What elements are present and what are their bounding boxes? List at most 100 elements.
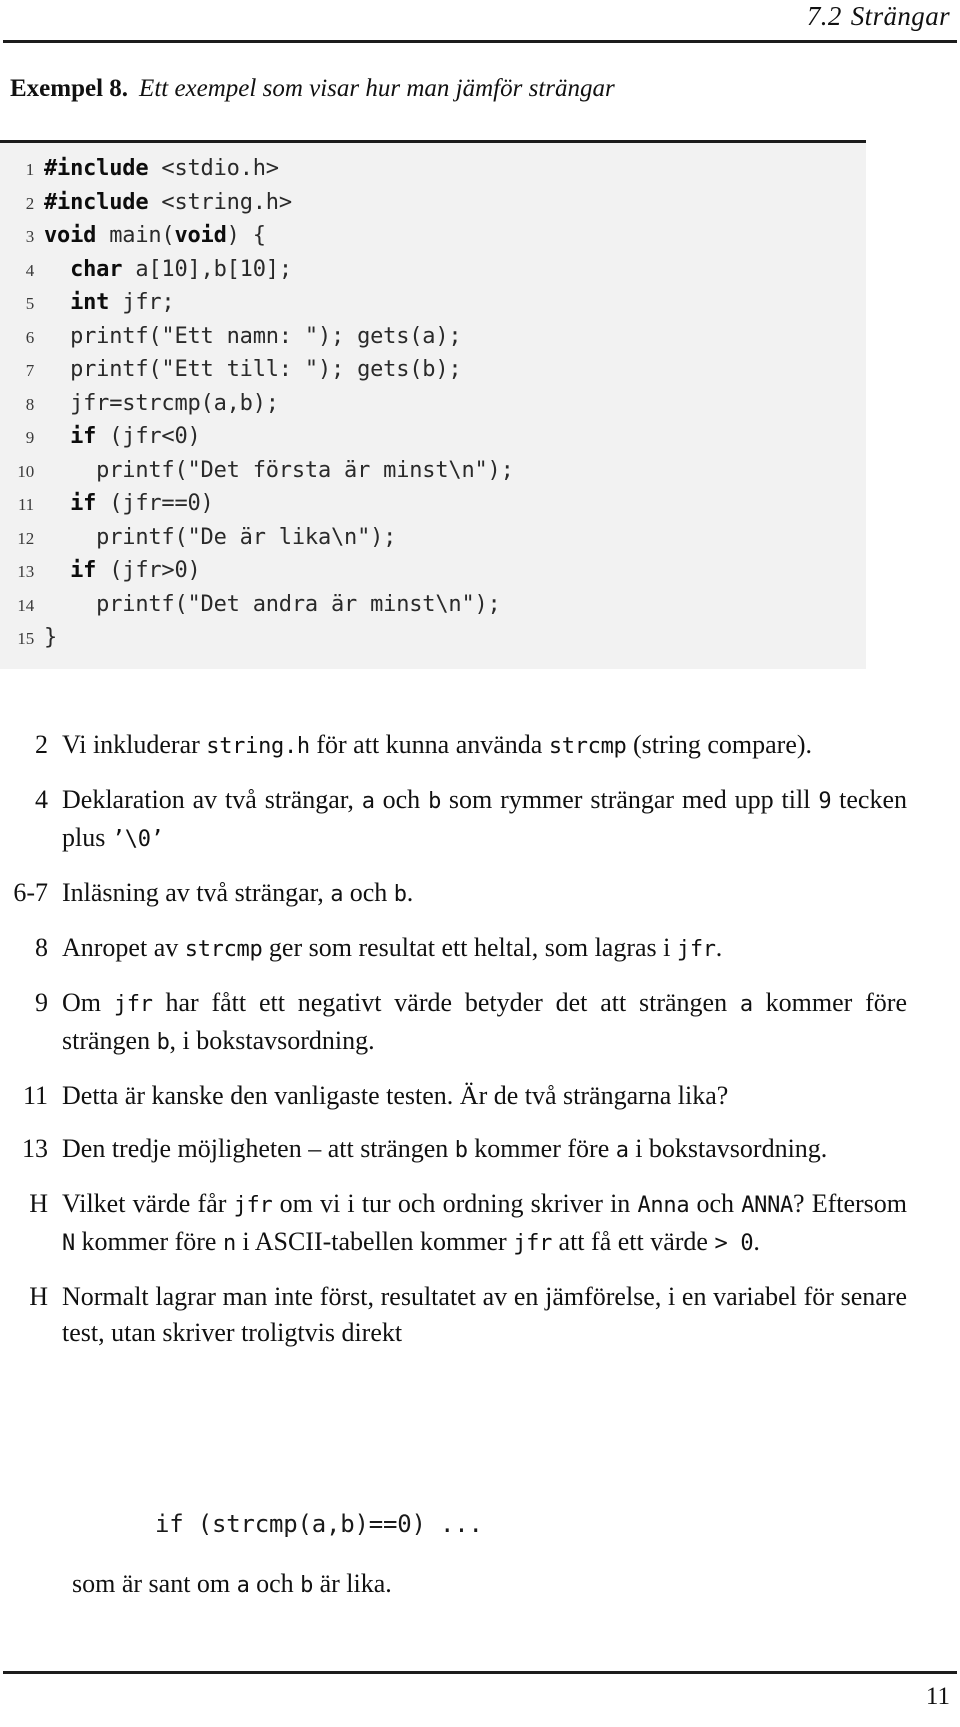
body-text: Vilket värde får xyxy=(62,1189,234,1218)
code-line-number: 5 xyxy=(25,294,35,313)
code-keyword: int xyxy=(70,290,110,315)
code-line: 9 if (jfr<0) xyxy=(0,420,866,454)
code-line: 12 printf("De är lika\n"); xyxy=(0,521,866,555)
body-text: kommer före xyxy=(467,1134,616,1163)
body-text: kommer före xyxy=(74,1227,223,1256)
explanation-label: 2 xyxy=(35,730,48,759)
code-line-number: 11 xyxy=(18,495,34,514)
inline-code: jfr xyxy=(113,992,153,1017)
body-text: och xyxy=(343,878,394,907)
inline-code: a xyxy=(739,992,753,1017)
inline-code: N xyxy=(62,1231,75,1256)
code-text: ) { xyxy=(226,223,266,248)
trailing-code-snippet: if (strcmp(a,b)==0) ... xyxy=(155,1510,483,1538)
explanation-label: 11 xyxy=(22,1081,48,1110)
explanation-item: 13 Den tredje möjligheten – att strängen … xyxy=(0,1131,920,1169)
inline-code: jfr xyxy=(676,937,716,962)
code-line: 2 #include <string.h> xyxy=(0,186,866,220)
code-line: 5 int jfr; xyxy=(0,286,866,320)
body-text: . xyxy=(715,933,723,962)
code-keyword: if xyxy=(70,558,97,583)
body-text: Deklaration av två strängar, xyxy=(62,785,362,814)
code-text: printf("Det andra är minst\n"); xyxy=(44,591,501,617)
body-text: som rymmer strängar med upp till xyxy=(441,785,819,814)
body-text: och xyxy=(249,1569,301,1598)
inline-code: > 0 xyxy=(714,1231,754,1256)
code-line: 15} xyxy=(0,621,866,655)
inline-code: b xyxy=(454,1138,468,1163)
explanation-label: H xyxy=(29,1282,48,1311)
body-text: . xyxy=(753,1227,760,1256)
closing-line: som är sant om a och b är lika. xyxy=(72,1566,392,1604)
example-caption: Exempel 8. Ett exempel som visar hur man … xyxy=(10,75,910,103)
explanation-item: 6-7 Inläsning av två strängar, a och b. xyxy=(0,875,920,913)
code-text: printf("De är lika\n"); xyxy=(44,524,397,550)
inline-code: strcmp xyxy=(184,937,263,962)
code-line-number: 12 xyxy=(17,528,34,548)
listing-body: 1 #include <stdio.h> 2 #include <string.h> 3… xyxy=(0,143,866,669)
body-text: för att kunna använda xyxy=(309,730,549,759)
code-line: 8 jfr=strcmp(a,b); xyxy=(0,387,866,421)
explanation-label: 6-7 xyxy=(13,878,48,907)
code-keyword: if xyxy=(70,424,97,449)
code-line-number: 8 xyxy=(25,394,35,414)
explanation-item: 9 Om jfr har fått ett negativt värde bety… xyxy=(0,985,920,1061)
body-text: , i bokstavsordning. xyxy=(169,1026,375,1055)
code-line: 4 char a[10],b[10]; xyxy=(0,253,866,287)
body-text: i bokstavsordning. xyxy=(628,1134,828,1163)
explanation-label: 13 xyxy=(22,1134,48,1163)
code-keyword: char xyxy=(70,256,123,282)
inline-code: b xyxy=(300,1573,314,1598)
body-text: Anropet av xyxy=(62,933,185,962)
code-line: 13 if (jfr>0) xyxy=(0,554,866,588)
explanation-label: 4 xyxy=(35,785,48,814)
section-number: 7.2 xyxy=(806,1,842,31)
body-text: (string compare). xyxy=(626,730,813,759)
code-line-number: 9 xyxy=(25,428,35,447)
inline-code: b xyxy=(393,882,407,907)
example-label: Exempel 8. xyxy=(10,75,129,102)
inline-code: a xyxy=(236,1573,250,1598)
code-line-number: 1 xyxy=(25,160,35,179)
code-keyword: void xyxy=(44,223,97,248)
code-text: a[10],b[10]; xyxy=(122,256,292,282)
explanation-text: Inläsning av två strängar, a och b. xyxy=(62,875,907,913)
inline-code: a xyxy=(330,882,344,907)
explanation-list: 2 Vi inkluderar string.h för att kunna an… xyxy=(0,727,920,1368)
code-text: main( xyxy=(96,223,175,248)
inline-code: string.h xyxy=(206,734,310,759)
code-line-number: 14 xyxy=(17,595,34,615)
code-line-number: 15 xyxy=(17,629,34,648)
inline-code: a xyxy=(615,1138,629,1163)
body-text: Om xyxy=(62,988,114,1017)
body-text: i ASCII-tabellen kommer xyxy=(235,1227,514,1256)
code-keyword: #include xyxy=(44,156,149,181)
explanation-item: 4 Deklaration av två strängar, a och b so… xyxy=(0,782,920,858)
page-header: 7.2 Strängar xyxy=(0,0,960,46)
code-line-number: 7 xyxy=(25,361,35,380)
code-text: (jfr>0) xyxy=(96,558,201,583)
inline-code: ’\0’ xyxy=(111,827,164,852)
code-keyword: void xyxy=(174,223,227,248)
code-text: (jfr<0) xyxy=(96,424,201,449)
explanation-label: 8 xyxy=(35,933,48,962)
body-text: som är sant om xyxy=(72,1569,237,1598)
inline-code: strcmp xyxy=(548,734,627,759)
explanation-item: H Normalt lagrar man inte först, resultat… xyxy=(0,1279,920,1351)
code-line: 10 printf("Det första är minst\n"); xyxy=(0,454,866,488)
code-text: <stdio.h> xyxy=(148,156,279,181)
code-line: 11 if (jfr==0) xyxy=(0,487,866,521)
code-line-number: 13 xyxy=(17,562,34,581)
explanation-text: Den tredje möjligheten – att strängen b … xyxy=(62,1131,907,1169)
code-line-number: 10 xyxy=(17,461,34,481)
body-text: och xyxy=(689,1189,742,1218)
body-text: . xyxy=(406,878,414,907)
explanation-text: Om jfr har fått ett negativt värde betyd… xyxy=(62,985,907,1061)
code-text: printf("Ett namn: "); gets(a); xyxy=(44,323,462,349)
explanation-label: 9 xyxy=(35,988,48,1017)
section-title: Strängar xyxy=(850,1,950,31)
